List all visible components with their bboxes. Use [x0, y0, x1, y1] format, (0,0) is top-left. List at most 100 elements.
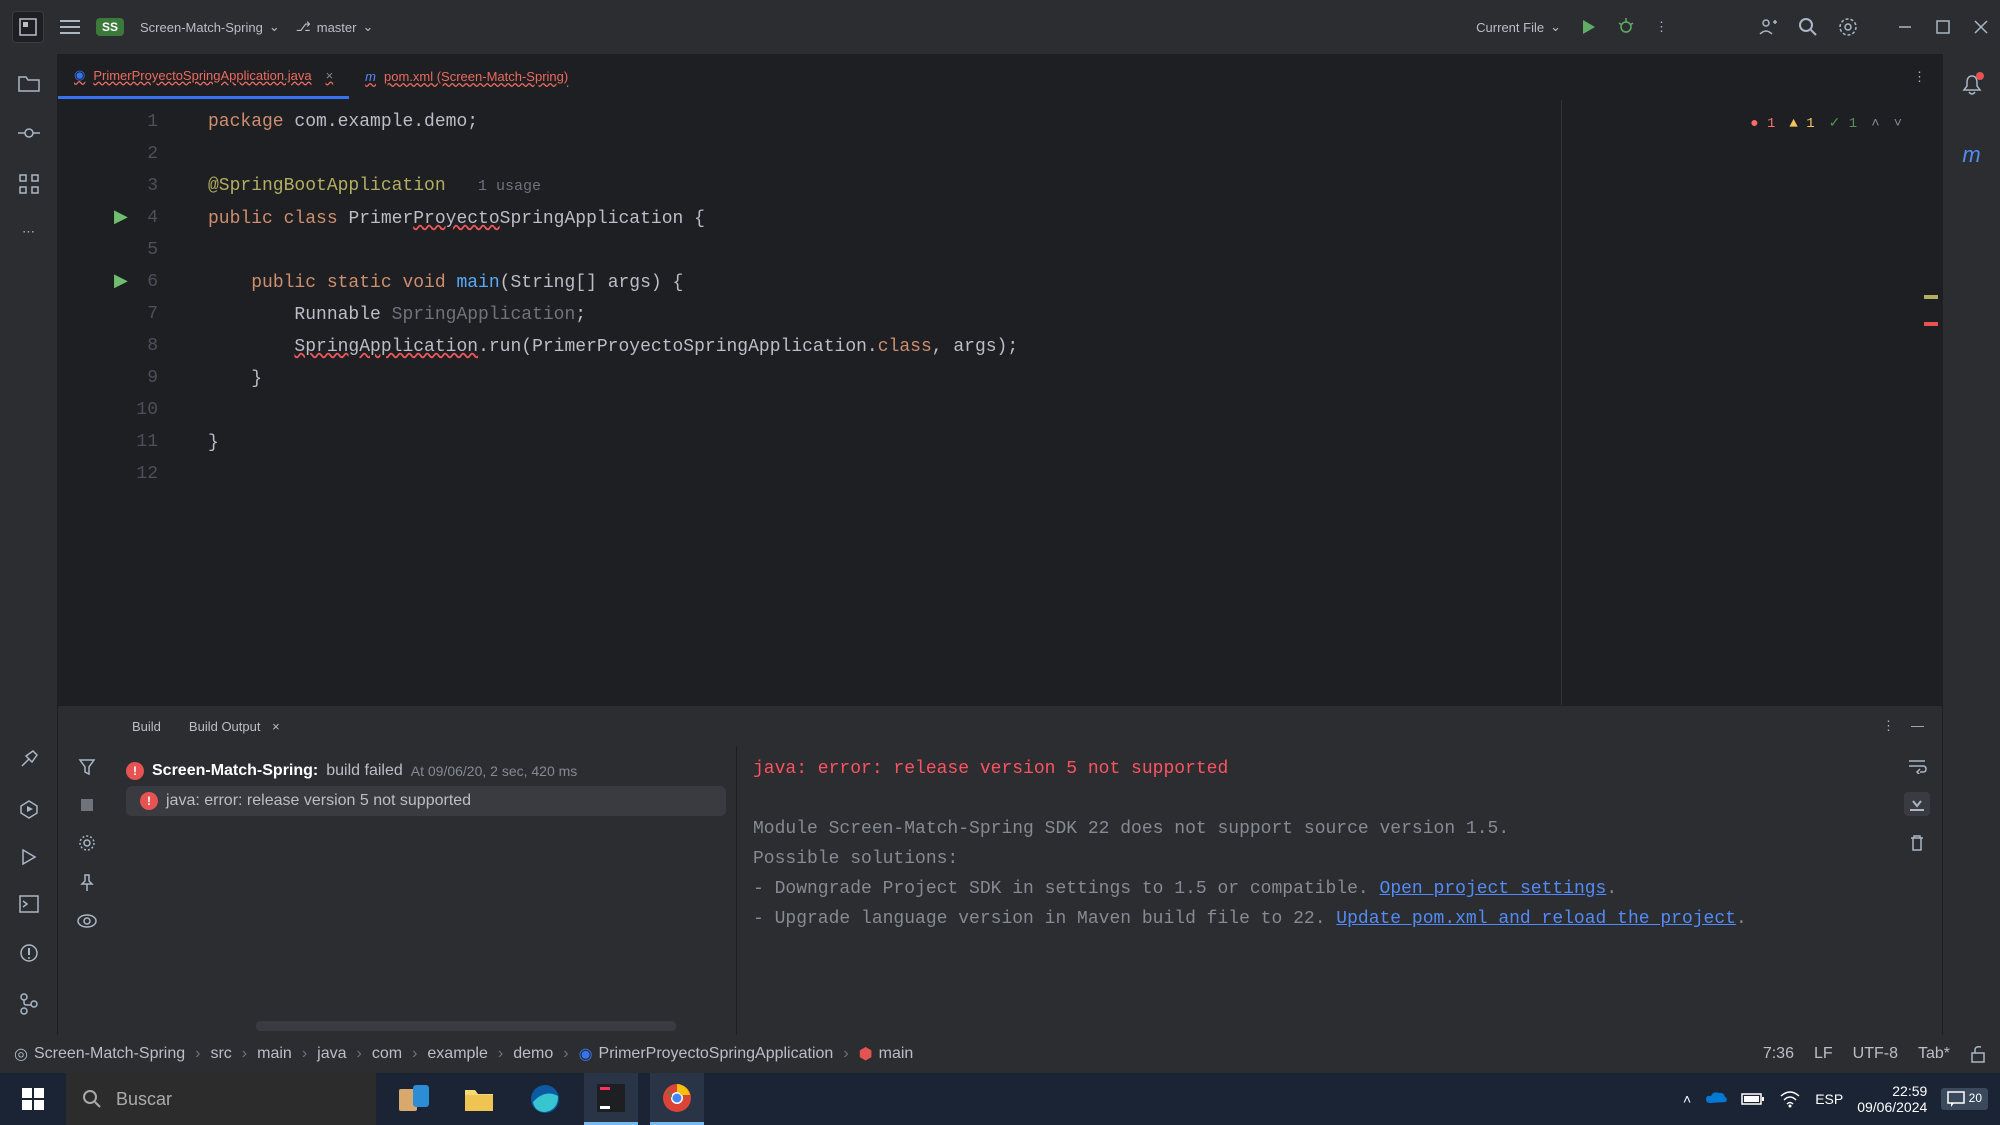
- editor-body[interactable]: 1 2 3 ▶4 5 ▶6 7 8 9 10 11 12 package com…: [58, 100, 1942, 705]
- pin-icon[interactable]: [79, 874, 95, 892]
- app-icon[interactable]: [12, 11, 44, 43]
- wifi-icon[interactable]: [1779, 1090, 1801, 1108]
- breadcrumb-item[interactable]: PrimerProyectoSpringApplication: [599, 1045, 834, 1063]
- ok-badge[interactable]: ✓ 1: [1829, 108, 1858, 140]
- more-tools-icon[interactable]: ⋯: [22, 224, 35, 240]
- close-button[interactable]: [1974, 20, 1988, 34]
- build-root-row[interactable]: ! Screen-Match-Spring: build failed At 0…: [116, 756, 736, 786]
- onedrive-icon[interactable]: [1705, 1091, 1727, 1107]
- tab-label: pom.xml (Screen-Match-Spring): [384, 69, 568, 84]
- breadcrumb-item[interactable]: src: [210, 1045, 231, 1063]
- search-icon[interactable]: [1798, 17, 1818, 37]
- taskbar-chrome[interactable]: [650, 1073, 704, 1125]
- stop-icon[interactable]: [80, 798, 94, 812]
- settings-icon[interactable]: [1838, 17, 1858, 37]
- output-line: Module Screen-Match-Spring SDK 22 does n…: [753, 819, 1509, 839]
- commit-tool-icon[interactable]: [18, 122, 40, 144]
- tab-java-file[interactable]: ◉ PrimerProyectoSpringApplication.java ×: [58, 54, 349, 99]
- taskbar-edge[interactable]: [518, 1073, 572, 1125]
- panel-more-icon[interactable]: ⋮: [1882, 718, 1895, 734]
- run-tool-icon[interactable]: [21, 849, 37, 865]
- action-center[interactable]: 20: [1941, 1088, 1988, 1110]
- open-settings-link[interactable]: Open project settings: [1380, 879, 1607, 899]
- chevron-down-icon: ⌄: [1550, 19, 1561, 35]
- scrollbar[interactable]: [256, 1021, 676, 1031]
- close-tab-icon[interactable]: ×: [272, 719, 280, 734]
- taskbar-explorer[interactable]: [452, 1073, 506, 1125]
- keyboard-lang[interactable]: ESP: [1815, 1091, 1843, 1107]
- settings-icon[interactable]: [78, 834, 96, 852]
- chevron-down-icon[interactable]: ˅: [1894, 108, 1902, 140]
- update-pom-link[interactable]: Update pom.xml and reload the project: [1336, 909, 1736, 929]
- run-configuration[interactable]: Current File ⌄: [1476, 19, 1561, 35]
- file-encoding[interactable]: UTF-8: [1853, 1045, 1898, 1063]
- breadcrumb-item[interactable]: Screen-Match-Spring: [34, 1045, 185, 1063]
- caret-position[interactable]: 7:36: [1763, 1045, 1794, 1063]
- start-button[interactable]: [0, 1073, 66, 1125]
- run-gutter-icon[interactable]: ▶: [114, 266, 128, 298]
- breadcrumb-item[interactable]: main: [257, 1045, 292, 1063]
- inspection-badges[interactable]: ● 1 ▲ 1 ✓ 1 ˄ ˅: [1750, 108, 1902, 140]
- structure-tool-icon[interactable]: [19, 174, 39, 194]
- hide-panel-icon[interactable]: —: [1911, 718, 1924, 734]
- notifications-icon[interactable]: [1962, 74, 1982, 96]
- scroll-to-end-icon[interactable]: [1904, 792, 1930, 816]
- filter-icon[interactable]: [78, 758, 96, 776]
- debug-button[interactable]: [1617, 18, 1635, 36]
- breadcrumb-item[interactable]: java: [317, 1045, 346, 1063]
- line-separator[interactable]: LF: [1814, 1045, 1833, 1063]
- run-button[interactable]: [1581, 19, 1597, 35]
- tab-pom-file[interactable]: m pom.xml (Screen-Match-Spring): [349, 54, 584, 99]
- project-tool-icon[interactable]: [18, 74, 40, 92]
- lock-icon[interactable]: [1970, 1045, 1986, 1063]
- terminal-tool-icon[interactable]: [19, 895, 39, 913]
- warning-mark[interactable]: [1924, 295, 1938, 299]
- problems-tool-icon[interactable]: [19, 943, 39, 963]
- maximize-button[interactable]: [1936, 20, 1950, 34]
- tab-more-icon[interactable]: ⋮: [1913, 69, 1926, 85]
- build-tab[interactable]: Build: [128, 713, 165, 740]
- eye-icon[interactable]: [77, 914, 97, 928]
- error-badge[interactable]: ● 1: [1750, 108, 1775, 140]
- services-tool-icon[interactable]: [19, 799, 39, 819]
- breadcrumb-item[interactable]: main: [879, 1045, 914, 1063]
- chevron-up-icon[interactable]: ˄: [1871, 108, 1879, 140]
- minimize-button[interactable]: [1898, 20, 1912, 34]
- project-selector[interactable]: Screen-Match-Spring ⌄: [140, 19, 280, 35]
- run-gutter-icon[interactable]: ▶: [114, 202, 128, 234]
- trash-icon[interactable]: [1909, 834, 1925, 852]
- build-output-tab[interactable]: Build Output ×: [185, 713, 284, 740]
- build-output[interactable]: java: error: release version 5 not suppo…: [736, 746, 1892, 1035]
- code-with-me-icon[interactable]: [1758, 17, 1778, 37]
- tray-time: 22:59: [1857, 1083, 1927, 1099]
- method-icon: ⬢: [859, 1044, 873, 1064]
- error-mark[interactable]: [1924, 322, 1938, 326]
- taskbar-widget[interactable]: [386, 1073, 440, 1125]
- breadcrumb-item[interactable]: example: [427, 1045, 487, 1063]
- line-number: 2: [58, 138, 158, 170]
- main-menu-icon[interactable]: [60, 19, 80, 35]
- taskbar-search[interactable]: Buscar: [66, 1073, 376, 1125]
- error-stripe[interactable]: [1920, 100, 1942, 705]
- tray-clock[interactable]: 22:59 09/06/2024: [1857, 1083, 1927, 1115]
- code-area[interactable]: package com.example.demo; @SpringBootApp…: [208, 100, 1942, 705]
- warning-badge[interactable]: ▲ 1: [1789, 108, 1814, 140]
- build-error-text: java: error: release version 5 not suppo…: [166, 792, 471, 810]
- more-actions-icon[interactable]: ⋮: [1655, 19, 1668, 35]
- taskbar-intellij[interactable]: [584, 1073, 638, 1125]
- editor-tabs: ◉ PrimerProyectoSpringApplication.java ×…: [58, 54, 1942, 100]
- tray-chevron-icon[interactable]: ˄: [1683, 1091, 1691, 1107]
- vcs-tool-icon[interactable]: [20, 993, 38, 1015]
- breadcrumb-item[interactable]: demo: [513, 1045, 553, 1063]
- taskbar-apps: [386, 1073, 704, 1125]
- breadcrumb-item[interactable]: com: [372, 1045, 402, 1063]
- battery-icon[interactable]: [1741, 1092, 1765, 1106]
- indent-status[interactable]: Tab*: [1918, 1045, 1950, 1063]
- build-error-row[interactable]: ! java: error: release version 5 not sup…: [126, 786, 726, 816]
- vcs-branch[interactable]: ⎇ master ⌄: [296, 19, 374, 35]
- soft-wrap-icon[interactable]: [1907, 758, 1927, 774]
- build-tool-icon[interactable]: [19, 749, 39, 769]
- close-tab-icon[interactable]: ×: [326, 68, 334, 83]
- build-tree[interactable]: ! Screen-Match-Spring: build failed At 0…: [116, 746, 736, 1035]
- nav-target-icon[interactable]: ◎: [14, 1044, 28, 1064]
